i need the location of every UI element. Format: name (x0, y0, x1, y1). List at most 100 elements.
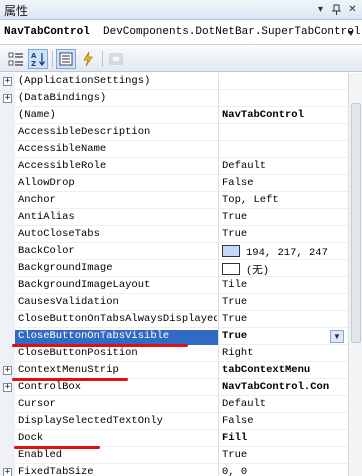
property-value[interactable]: True (222, 211, 346, 226)
column-divider[interactable] (218, 362, 219, 379)
property-row[interactable]: Enabled True (0, 447, 348, 464)
property-row[interactable]: DisplaySelectedTextOnly False (0, 413, 348, 430)
property-row[interactable]: + (ApplicationSettings) (0, 73, 348, 90)
categorized-icon[interactable] (6, 49, 26, 69)
value-dropdown-icon[interactable]: ▼ (330, 330, 344, 343)
row-gutter (0, 430, 15, 447)
properties-icon[interactable] (56, 49, 76, 69)
column-divider[interactable] (218, 90, 219, 107)
property-row[interactable]: AccessibleRole Default (0, 158, 348, 175)
property-row[interactable]: CloseButtonPosition Right (0, 345, 348, 362)
property-value[interactable] (222, 143, 346, 158)
property-value[interactable]: True (222, 313, 346, 328)
property-row[interactable]: + ControlBox NavTabControl.Con (0, 379, 348, 396)
property-value[interactable]: 194, 217, 247 (222, 245, 346, 260)
expand-icon[interactable]: + (3, 468, 12, 476)
events-icon[interactable] (78, 49, 98, 69)
property-row[interactable]: Cursor Default (0, 396, 348, 413)
property-value[interactable]: True (222, 449, 346, 464)
column-divider[interactable] (218, 345, 219, 362)
column-divider[interactable] (218, 175, 219, 192)
row-gutter (0, 107, 15, 124)
object-selector-dropdown[interactable]: NavTabControl DevComponents.DotNetBar.Su… (0, 21, 362, 45)
column-divider[interactable] (218, 73, 219, 90)
property-value-text: Default (222, 398, 267, 410)
property-row[interactable]: + (DataBindings) (0, 90, 348, 107)
property-value[interactable]: True (222, 330, 346, 345)
vertical-scrollbar[interactable] (348, 73, 362, 476)
property-value[interactable]: Default (222, 160, 346, 175)
property-value[interactable]: (无) (222, 262, 346, 277)
property-value[interactable] (222, 75, 346, 90)
column-divider[interactable] (218, 158, 219, 175)
column-divider[interactable] (218, 192, 219, 209)
column-divider[interactable] (218, 396, 219, 413)
chevron-down-icon[interactable]: ▼ (343, 24, 359, 42)
window-position-dropdown-icon[interactable]: ▾ (314, 3, 327, 16)
column-divider[interactable] (218, 124, 219, 141)
property-value-text: Fill (222, 432, 248, 444)
column-divider[interactable] (218, 260, 219, 277)
alphabetical-icon[interactable]: A Z (28, 49, 48, 69)
property-row[interactable]: AntiAlias True (0, 209, 348, 226)
column-divider[interactable] (218, 226, 219, 243)
property-row[interactable]: CloseButtonOnTabsVisible True ▼ (0, 328, 348, 345)
property-row[interactable]: (Name) NavTabControl (0, 107, 348, 124)
property-row[interactable]: Dock Fill (0, 430, 348, 447)
row-gutter (0, 328, 15, 345)
property-value[interactable]: 0, 0 (222, 466, 346, 476)
column-divider[interactable] (218, 294, 219, 311)
column-divider[interactable] (218, 328, 219, 345)
property-value[interactable]: NavTabControl (222, 109, 346, 124)
property-row[interactable]: CloseButtonOnTabsAlwaysDisplayed True (0, 311, 348, 328)
auto-hide-pin-icon[interactable] (330, 3, 343, 16)
column-divider[interactable] (218, 430, 219, 447)
property-value-text: NavTabControl.Con (222, 381, 330, 393)
column-divider[interactable] (218, 447, 219, 464)
expand-icon[interactable]: + (3, 383, 12, 392)
column-divider[interactable] (218, 277, 219, 294)
property-row[interactable]: BackColor 194, 217, 247 (0, 243, 348, 260)
property-row[interactable]: AllowDrop False (0, 175, 348, 192)
property-row[interactable]: AccessibleName (0, 141, 348, 158)
property-row[interactable]: + FixedTabSize 0, 0 (0, 464, 348, 476)
property-name: FixedTabSize (18, 466, 94, 476)
property-value[interactable]: False (222, 415, 346, 430)
property-value[interactable]: NavTabControl.Con (222, 381, 346, 396)
property-value[interactable] (222, 92, 346, 107)
scrollbar-thumb[interactable] (351, 103, 361, 343)
column-divider[interactable] (218, 209, 219, 226)
property-value[interactable]: Fill (222, 432, 346, 447)
property-value[interactable]: Top, Left (222, 194, 346, 209)
column-divider[interactable] (218, 379, 219, 396)
property-row[interactable]: CausesValidation True (0, 294, 348, 311)
column-divider[interactable] (218, 107, 219, 124)
row-gutter (0, 413, 15, 430)
property-value[interactable]: False (222, 177, 346, 192)
expand-icon[interactable]: + (3, 77, 12, 86)
properties-toolbar: A Z (0, 46, 362, 72)
property-row[interactable]: AccessibleDescription (0, 124, 348, 141)
expand-icon[interactable]: + (3, 94, 12, 103)
column-divider[interactable] (218, 464, 219, 476)
expand-icon[interactable]: + (3, 366, 12, 375)
property-value[interactable]: Default (222, 398, 346, 413)
column-divider[interactable] (218, 243, 219, 260)
close-icon[interactable]: ✕ (346, 3, 359, 16)
property-row[interactable]: BackgroundImage (无) (0, 260, 348, 277)
property-row[interactable]: BackgroundImageLayout Tile (0, 277, 348, 294)
property-name: (ApplicationSettings) (18, 75, 151, 87)
column-divider[interactable] (218, 311, 219, 328)
property-pages-icon[interactable] (106, 49, 126, 69)
property-row[interactable]: + ContextMenuStrip tabContextMenu (0, 362, 348, 379)
column-divider[interactable] (218, 413, 219, 430)
column-divider[interactable] (218, 141, 219, 158)
property-value[interactable]: Tile (222, 279, 346, 294)
property-value[interactable] (222, 126, 346, 141)
property-row[interactable]: AutoCloseTabs True (0, 226, 348, 243)
property-row[interactable]: Anchor Top, Left (0, 192, 348, 209)
property-value[interactable]: True (222, 296, 346, 311)
property-value[interactable]: True (222, 228, 346, 243)
property-value[interactable]: tabContextMenu (222, 364, 346, 379)
property-value[interactable]: Right (222, 347, 346, 362)
